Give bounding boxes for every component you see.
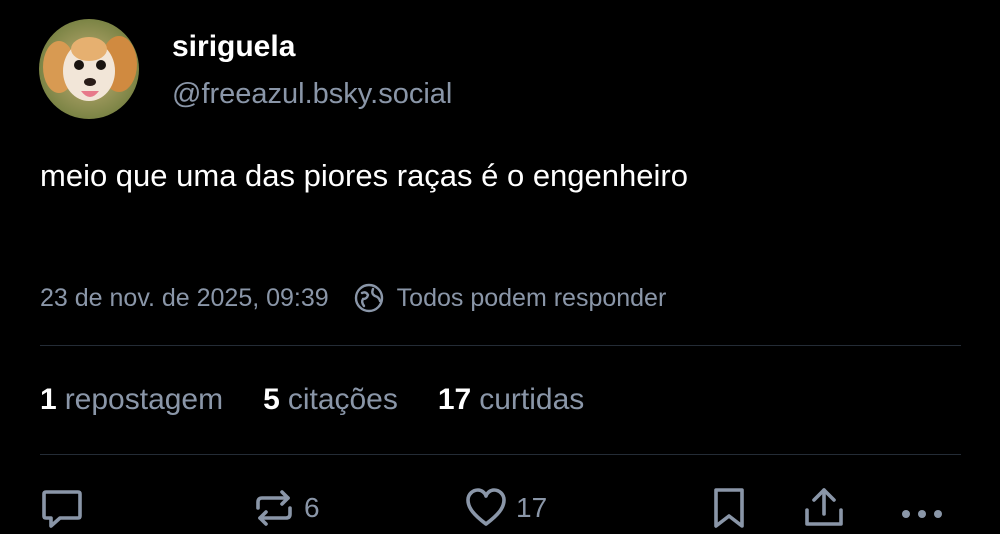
divider: [40, 345, 961, 346]
like-button[interactable]: 17: [464, 486, 547, 530]
likes-stat[interactable]: 17 curtidas: [438, 383, 584, 417]
more-icon: [898, 486, 946, 530]
post-meta: 23 de nov. de 2025, 09:39 Todos podem re…: [40, 282, 666, 314]
more-button[interactable]: [898, 486, 946, 530]
quotes-label: citações: [287, 383, 398, 416]
like-count: 17: [516, 492, 548, 523]
reposts-label: repostagem: [64, 383, 224, 416]
reposts-stat[interactable]: 1 repostagem: [40, 383, 223, 417]
post-stats: 1 repostagem 5 citações 17 curtidas: [40, 383, 624, 417]
repost-button[interactable]: 6: [252, 486, 320, 530]
bookmark-button[interactable]: [708, 486, 752, 530]
reply-setting[interactable]: Todos podem responder: [397, 284, 667, 313]
share-button[interactable]: [802, 486, 846, 530]
repost-icon: [252, 486, 296, 530]
action-bar: 6 17: [0, 486, 1000, 534]
bookmark-icon: [708, 486, 752, 530]
author-handle[interactable]: @freeazul.bsky.social: [172, 78, 452, 111]
repost-count: 6: [304, 492, 320, 523]
quotes-count: 5: [263, 383, 280, 416]
reply-icon: [40, 486, 84, 530]
post-text: meio que uma das piores raças é o engenh…: [40, 158, 688, 193]
globe-icon: [353, 282, 385, 314]
heart-icon: [464, 486, 508, 530]
reposts-count: 1: [40, 383, 57, 416]
avatar[interactable]: [39, 19, 139, 119]
divider: [40, 454, 961, 455]
quotes-stat[interactable]: 5 citações: [263, 383, 398, 417]
post-timestamp[interactable]: 23 de nov. de 2025, 09:39: [40, 284, 329, 313]
reply-button[interactable]: [40, 486, 84, 530]
likes-label: curtidas: [479, 383, 585, 416]
likes-count: 17: [437, 383, 472, 416]
share-icon: [802, 486, 846, 530]
author-name[interactable]: siriguela: [172, 30, 295, 64]
